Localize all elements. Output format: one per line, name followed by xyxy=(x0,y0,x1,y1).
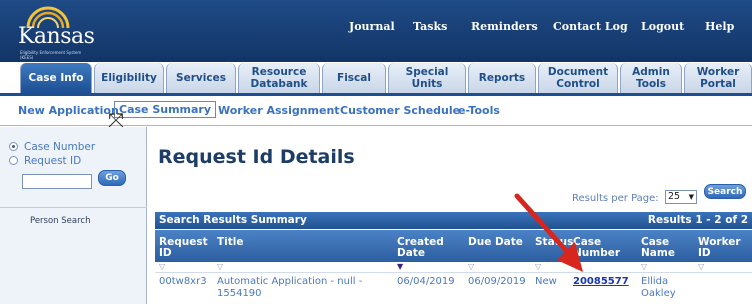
top-nav-help[interactable]: Help xyxy=(705,20,734,34)
column-header-worker-id[interactable]: Worker ID xyxy=(698,237,746,259)
sort-icon[interactable]: ▽ xyxy=(698,262,704,272)
person-search-link[interactable]: Person Search xyxy=(30,216,90,226)
page-title: Request Id Details xyxy=(158,146,355,168)
subnav-customer-schedule[interactable]: Customer Schedule xyxy=(340,104,460,117)
tab-label: Resource Databank xyxy=(250,66,308,90)
table-header: Request ID Title Created Date Due Date S… xyxy=(155,230,752,262)
tab-fiscal[interactable]: Fiscal xyxy=(322,63,386,93)
sort-icon[interactable]: ▽ xyxy=(217,262,223,272)
tab-label: Fiscal xyxy=(337,72,371,84)
go-button[interactable]: Go xyxy=(98,170,126,186)
tab-label: Case Info xyxy=(28,72,84,84)
radio-case-number[interactable]: Case Number xyxy=(9,141,96,153)
cell-title: Automatic Application - null - 1554190 xyxy=(217,276,363,299)
results-per-page-value: 25 xyxy=(668,191,681,202)
column-header-title[interactable]: Title xyxy=(217,237,244,248)
sort-active-icon[interactable]: ▼ xyxy=(397,262,403,272)
radio-label: Request ID xyxy=(24,155,82,167)
tab-document-control[interactable]: Document Control xyxy=(538,63,618,93)
annotation-arrow-icon xyxy=(514,193,583,272)
tab-label: Reports xyxy=(478,72,526,84)
logo-subtitle: Eligibility Enforcement System (KEES) xyxy=(20,50,82,60)
sort-icon[interactable]: ▽ xyxy=(641,262,647,272)
cell-request-id: 00tw8xr3 xyxy=(159,276,207,287)
results-per-page-select[interactable]: 25 ▼ xyxy=(665,190,697,204)
case-search-input[interactable] xyxy=(22,174,92,189)
summary-count: Results 1 - 2 of 2 xyxy=(647,214,748,226)
sort-row: ▽ ▽ ▼ ▽ ▽ ▽ ▽ ▽ xyxy=(155,262,752,273)
search-button[interactable]: Search xyxy=(704,184,746,199)
tab-resource-databank[interactable]: Resource Databank xyxy=(238,63,320,93)
tab-label: Admin Tools xyxy=(632,66,670,90)
panel-divider xyxy=(0,207,147,208)
tab-special-units[interactable]: Special Units xyxy=(388,63,466,93)
top-nav-journal[interactable]: Journal xyxy=(349,20,395,34)
radio-label: Case Number xyxy=(24,141,96,153)
column-header-case-name[interactable]: Case Name xyxy=(641,237,681,259)
radio-request-id[interactable]: Request ID xyxy=(9,155,82,167)
results-summary-bar: Search Results Summary Results 1 - 2 of … xyxy=(155,212,752,229)
radio-selected-icon[interactable] xyxy=(9,142,18,151)
logo-wordmark: Kansas xyxy=(18,24,95,49)
tab-label: Services xyxy=(176,72,226,84)
tab-reports[interactable]: Reports xyxy=(468,63,536,93)
column-header-created-date[interactable]: Created Date xyxy=(397,237,447,259)
tab-eligibility[interactable]: Eligibility xyxy=(94,63,164,93)
column-header-request-id[interactable]: Request ID xyxy=(159,237,208,259)
sort-icon[interactable]: ▽ xyxy=(468,262,474,272)
top-nav-contact-log[interactable]: Contact Log xyxy=(553,20,628,34)
tab-worker-portal[interactable]: Worker Portal xyxy=(684,63,752,93)
summary-title: Search Results Summary xyxy=(159,214,307,226)
subnav-worker-assignment[interactable]: Worker Assignment xyxy=(218,104,340,117)
top-nav-logout[interactable]: Logout xyxy=(641,20,684,34)
kansas-logo[interactable]: Kansas Eligibility Enforcement System (K… xyxy=(10,6,102,60)
tab-services[interactable]: Services xyxy=(166,63,236,93)
chevron-down-icon: ▼ xyxy=(688,193,694,201)
radio-unselected-icon[interactable] xyxy=(9,156,18,165)
subnav-new-application[interactable]: New Application xyxy=(18,104,119,117)
main-tab-bar: Case Info Eligibility Services Resource … xyxy=(0,63,752,93)
subnav-e-tools[interactable]: e-Tools xyxy=(458,104,500,117)
tab-label: Document Control xyxy=(547,66,609,90)
tab-label: Special Units xyxy=(405,66,449,90)
subnav-case-summary[interactable]: Case Summary xyxy=(114,101,217,118)
top-nav-reminders[interactable]: Reminders xyxy=(471,20,538,34)
tab-label: Eligibility xyxy=(101,72,157,84)
cell-case-name: Ellida Oakley xyxy=(641,276,676,299)
table-row: 00tw8xr3 Automatic Application - null - … xyxy=(155,274,752,304)
top-nav-tasks[interactable]: Tasks xyxy=(413,20,447,34)
tab-case-info[interactable]: Case Info xyxy=(20,63,92,93)
cell-created-date: 06/04/2019 xyxy=(397,276,455,287)
top-banner: Kansas Eligibility Enforcement System (K… xyxy=(0,0,752,62)
tab-admin-tools[interactable]: Admin Tools xyxy=(620,63,682,93)
sort-icon[interactable]: ▽ xyxy=(159,262,165,272)
tab-label: Worker Portal xyxy=(696,66,740,90)
